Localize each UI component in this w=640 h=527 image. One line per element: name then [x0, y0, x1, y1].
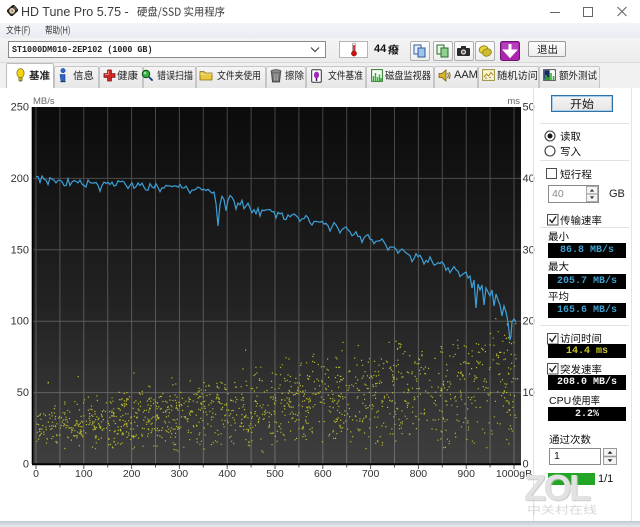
svg-text:250: 250 — [11, 102, 29, 114]
svg-text:0: 0 — [33, 468, 39, 480]
svg-text:150: 150 — [11, 244, 29, 256]
svg-text:100: 100 — [11, 316, 29, 328]
svg-text:ms: ms — [507, 96, 520, 107]
svg-text:200: 200 — [123, 468, 141, 480]
svg-text:200: 200 — [11, 173, 29, 185]
svg-text:800: 800 — [410, 468, 428, 480]
svg-text:500: 500 — [266, 468, 284, 480]
svg-text:400: 400 — [218, 468, 236, 480]
svg-text:300: 300 — [171, 468, 189, 480]
svg-text:50: 50 — [17, 387, 29, 399]
svg-text:700: 700 — [362, 468, 380, 480]
svg-text:600: 600 — [314, 468, 332, 480]
svg-text:100: 100 — [75, 468, 93, 480]
svg-text:MB/s: MB/s — [33, 96, 55, 107]
svg-text:0: 0 — [23, 459, 29, 471]
svg-text:900: 900 — [457, 468, 475, 480]
